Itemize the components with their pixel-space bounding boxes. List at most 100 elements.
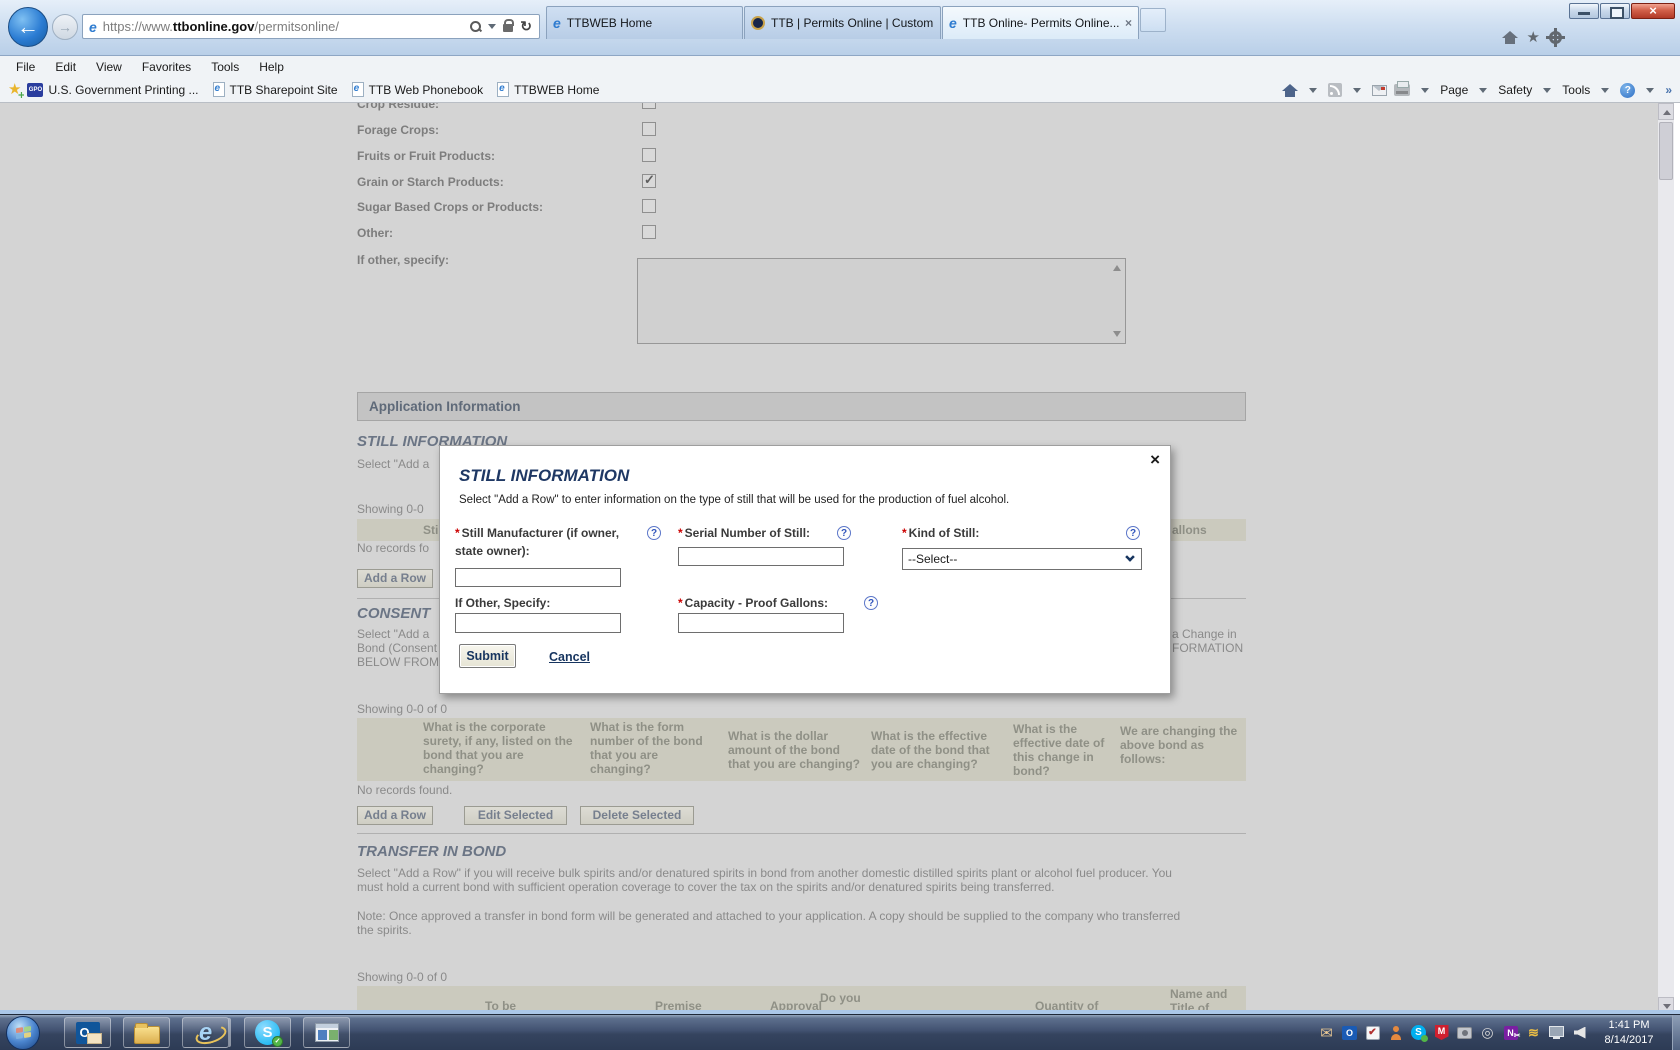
- transfer-paragraph: Select "Add a Row" if you will receive b…: [357, 866, 1172, 880]
- more-commands-icon[interactable]: »: [1665, 83, 1672, 97]
- favorite-ttb-sharepoint[interactable]: e TTB Sharepoint Site: [212, 82, 338, 97]
- help-icon[interactable]: ?: [1620, 82, 1636, 98]
- tray-mail-icon[interactable]: ✉: [1318, 1024, 1335, 1042]
- modal-close-icon[interactable]: ×: [1150, 450, 1160, 470]
- menu-file[interactable]: File: [6, 60, 45, 74]
- tools-menu[interactable]: Tools: [1562, 83, 1590, 97]
- transfer-paragraph: must hold a current bond with sufficient…: [357, 880, 1055, 894]
- address-bar[interactable]: e https://www.ttbonline.gov/permitsonlin…: [82, 14, 540, 39]
- favorites-icon[interactable]: ★: [1527, 30, 1540, 45]
- tab-ttb-online-active[interactable]: e TTB Online- Permits Online... ×: [942, 6, 1139, 39]
- refresh-icon[interactable]: ↻: [520, 18, 532, 35]
- gear-icon[interactable]: [1546, 31, 1565, 44]
- page-dropdown-icon[interactable]: [1479, 87, 1488, 93]
- still-add-row-button[interactable]: Add a Row: [357, 569, 433, 588]
- print-icon[interactable]: [1394, 81, 1411, 96]
- start-button[interactable]: [6, 1016, 40, 1050]
- scroll-down-icon[interactable]: [1113, 331, 1121, 337]
- taskbar-outlook-button[interactable]: O: [64, 1017, 111, 1048]
- scroll-up-icon[interactable]: [1113, 265, 1121, 271]
- page-menu[interactable]: Page: [1440, 83, 1468, 97]
- favorite-ttb-phonebook[interactable]: e TTB Web Phonebook: [351, 82, 483, 97]
- tray-tasks-icon[interactable]: ✔: [1364, 1024, 1381, 1041]
- field-label: Forage Crops:: [357, 123, 440, 137]
- tray-network-icon[interactable]: [1548, 1024, 1565, 1041]
- tray-snipping-icon[interactable]: [1456, 1024, 1473, 1041]
- manufacturer-help-icon[interactable]: ?: [647, 526, 661, 540]
- tray-spiral-icon[interactable]: ◎: [1479, 1024, 1496, 1041]
- vertical-scrollbar[interactable]: [1658, 103, 1674, 1014]
- taskbar-app-window-button[interactable]: [303, 1017, 350, 1048]
- taskbar-clock[interactable]: 1:41 PM 8/14/2017: [1592, 1018, 1666, 1048]
- favorite-gpo[interactable]: GPO U.S. Government Printing ...: [27, 82, 199, 97]
- menu-help[interactable]: Help: [249, 60, 294, 74]
- tools-dropdown-icon[interactable]: [1601, 87, 1610, 93]
- kind-help-icon[interactable]: ?: [1126, 526, 1140, 540]
- tab-ttbweb-home[interactable]: e TTBWEB Home: [546, 6, 743, 39]
- help-dropdown-icon[interactable]: [1646, 87, 1655, 93]
- tab-close-icon[interactable]: ×: [1125, 16, 1132, 30]
- home-dropdown-icon[interactable]: [1309, 87, 1318, 93]
- capacity-help-icon[interactable]: ?: [864, 596, 878, 610]
- delete-selected-button[interactable]: Delete Selected: [580, 806, 694, 825]
- cancel-link[interactable]: Cancel: [549, 650, 590, 664]
- minimize-button[interactable]: [1569, 3, 1599, 19]
- show-desktop-button[interactable]: [1672, 1015, 1680, 1050]
- menu-tools[interactable]: Tools: [201, 60, 249, 74]
- tray-swoosh-icon[interactable]: ≋: [1525, 1024, 1542, 1041]
- if-other-specify-input[interactable]: [455, 613, 621, 633]
- home-icon[interactable]: [1282, 83, 1299, 97]
- still-intro-text: Select "Add a: [357, 457, 430, 471]
- taskbar-ie-button[interactable]: e: [182, 1017, 229, 1048]
- scrollbar-thumb[interactable]: [1659, 122, 1673, 180]
- menu-view[interactable]: View: [86, 60, 132, 74]
- rss-icon[interactable]: [1328, 83, 1343, 97]
- taskbar-skype-button[interactable]: S ✓: [244, 1017, 291, 1048]
- scrollbar-up-icon[interactable]: [1658, 103, 1674, 120]
- menu-bar: File Edit View Favorites Tools Help: [0, 56, 1680, 77]
- ie-page-icon: e: [351, 82, 364, 97]
- serial-number-input[interactable]: [678, 547, 844, 566]
- tray-onenote-clipper-icon[interactable]: N ✂: [1502, 1024, 1521, 1041]
- add-favorite-icon[interactable]: ★: [8, 82, 21, 97]
- consent-text-fragment: Select "Add a: [357, 627, 430, 641]
- if-other-textarea[interactable]: [637, 258, 1126, 344]
- tray-mcafee-icon[interactable]: M: [1433, 1024, 1450, 1041]
- menu-edit[interactable]: Edit: [45, 60, 86, 74]
- back-button[interactable]: ←: [8, 7, 48, 47]
- checkbox-forage-crops[interactable]: [642, 122, 656, 136]
- close-window-button[interactable]: ×: [1631, 3, 1675, 19]
- forward-button[interactable]: →: [52, 14, 78, 40]
- checkbox-grain-checked[interactable]: ✓: [642, 172, 656, 188]
- tray-user-icon[interactable]: [1387, 1024, 1404, 1041]
- favorite-ttbweb-home[interactable]: e TTBWEB Home: [497, 82, 599, 97]
- checkbox-sugar[interactable]: [642, 199, 656, 213]
- manufacturer-input[interactable]: [455, 568, 621, 587]
- mail-icon[interactable]: [1372, 84, 1388, 96]
- ttb-logo-icon: [751, 16, 765, 30]
- rss-dropdown-icon[interactable]: [1353, 87, 1362, 93]
- checkbox-crop-residue[interactable]: [642, 103, 656, 109]
- tray-outlook-icon[interactable]: O: [1341, 1024, 1358, 1041]
- safety-menu[interactable]: Safety: [1498, 83, 1532, 97]
- search-icon[interactable]: [470, 21, 482, 32]
- tab-ttb-permits-online[interactable]: TTB | Permits Online | Custom...: [744, 6, 941, 39]
- search-dropdown-icon[interactable]: [488, 24, 497, 29]
- tray-volume-icon[interactable]: [1571, 1024, 1588, 1041]
- checkbox-other[interactable]: [642, 225, 656, 239]
- submit-button[interactable]: Submit: [459, 644, 516, 668]
- home-icon[interactable]: [1501, 31, 1518, 44]
- checkbox-fruits[interactable]: [642, 148, 656, 162]
- print-dropdown-icon[interactable]: [1421, 87, 1430, 93]
- kind-of-still-select[interactable]: --Select--: [902, 548, 1142, 570]
- capacity-input[interactable]: [678, 613, 844, 633]
- serial-help-icon[interactable]: ?: [837, 526, 851, 540]
- taskbar-explorer-button[interactable]: [123, 1017, 170, 1048]
- menu-favorites[interactable]: Favorites: [132, 60, 201, 74]
- consent-add-row-button[interactable]: Add a Row: [357, 806, 433, 825]
- restore-button[interactable]: [1600, 3, 1630, 19]
- tray-skype-icon[interactable]: S: [1410, 1024, 1428, 1042]
- safety-dropdown-icon[interactable]: [1543, 87, 1552, 93]
- new-tab-button[interactable]: [1140, 8, 1166, 32]
- edit-selected-button[interactable]: Edit Selected: [464, 806, 567, 825]
